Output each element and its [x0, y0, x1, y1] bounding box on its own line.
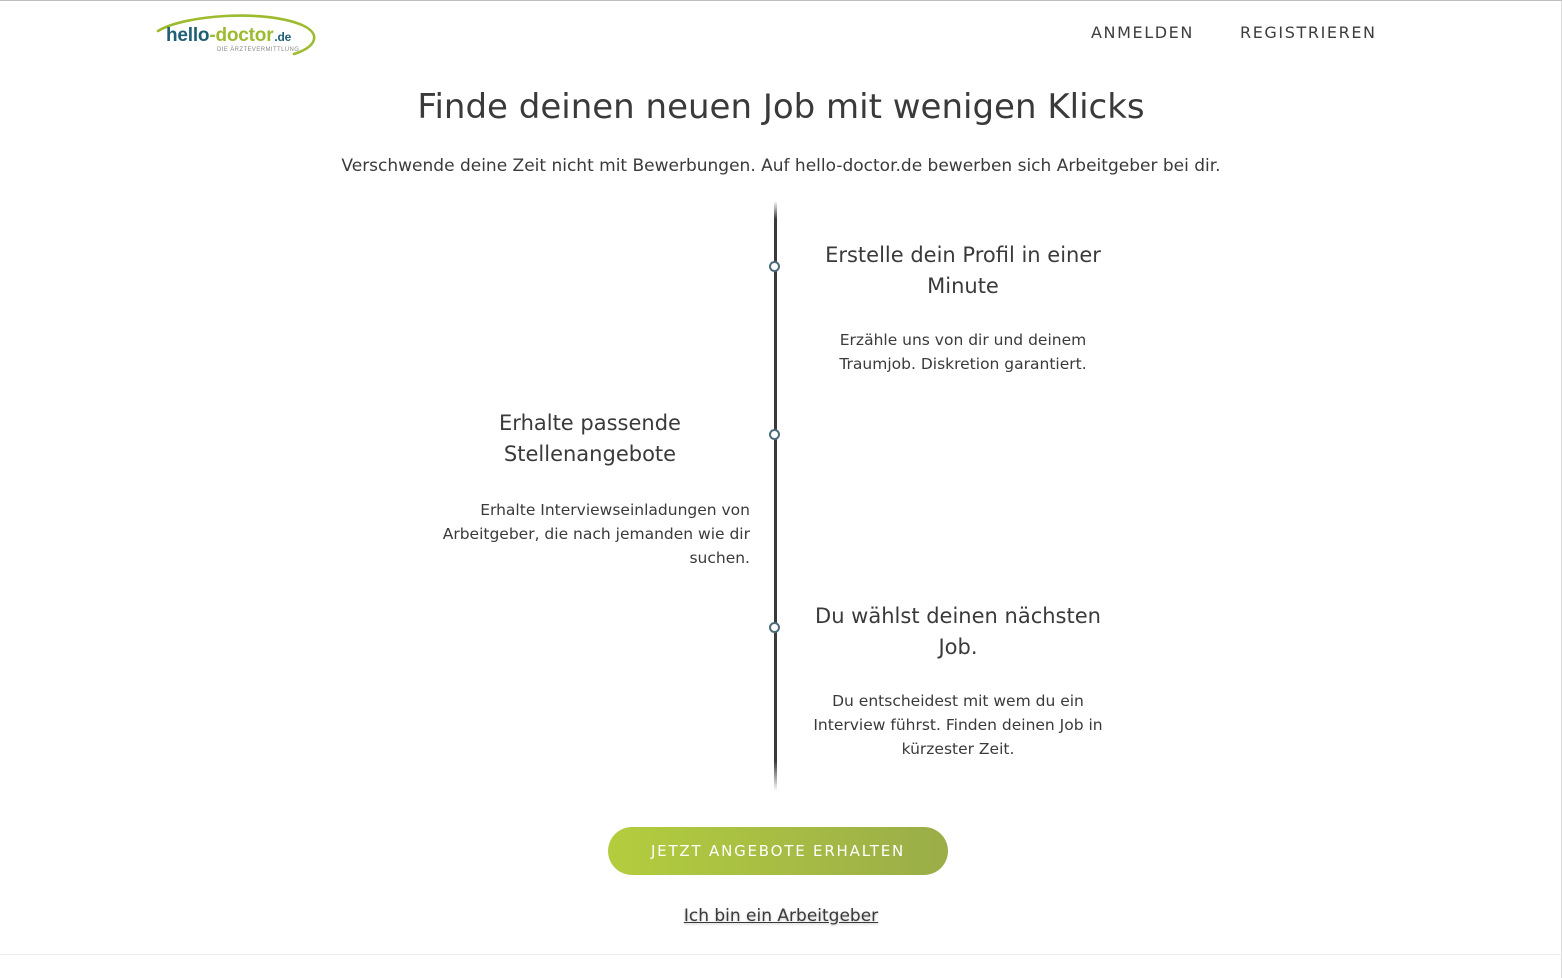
timeline-step-offers: Erhalte passende Stellenangebote Erhalte… [440, 408, 750, 570]
step-description: Erzähle uns von dir und deinem Traumjob.… [839, 331, 1087, 373]
get-offers-button[interactable]: JETZT ANGEBOTE ERHALTEN [608, 827, 948, 875]
timeline-line [774, 201, 777, 791]
step-description: Du entscheidest mit wem du ein Interview… [813, 692, 1103, 758]
page: hello-doctor.de DIE ÄRZTEVERMITTLUNG ANM… [0, 0, 1562, 978]
timeline-dot [769, 622, 780, 633]
step-description: Erhalte Interviewseinladungen von Arbeit… [442, 501, 750, 567]
page-subtitle: Verschwende deine Zeit nicht mit Bewerbu… [341, 156, 1221, 176]
logo-word-hello: hello [166, 25, 210, 46]
timeline-dot [769, 429, 780, 440]
page-title: Finde deinen neuen Job mit wenigen Klick… [417, 87, 1145, 127]
nav-register-link[interactable]: REGISTRIEREN [1240, 23, 1377, 43]
step-title: Erhalte passende Stellenangebote [499, 411, 681, 466]
nav-login-link[interactable]: ANMELDEN [1091, 23, 1194, 43]
step-title: Du wählst deinen nächsten Job. [815, 604, 1101, 659]
timeline-step-choose-job: Du wählst deinen nächsten Job. Du entsch… [803, 601, 1113, 761]
employer-link-wrapper: Ich bin ein Arbeitgeber [0, 904, 1562, 928]
step-title: Erstelle dein Profil in einer Minute [825, 243, 1101, 298]
logo-wordmark: hello-doctor.de [166, 25, 291, 48]
timeline-dot [769, 261, 780, 272]
site-logo[interactable]: hello-doctor.de DIE ÄRZTEVERMITTLUNG [154, 11, 319, 57]
timeline-step-profile: Erstelle dein Profil in einer Minute Erz… [808, 240, 1118, 376]
logo-word-doctor: doctor [215, 25, 274, 46]
employer-link[interactable]: Ich bin ein Arbeitgeber [684, 906, 878, 926]
logo-tld: .de [274, 30, 292, 44]
footer-divider [0, 954, 1562, 955]
logo-tagline: DIE ÄRZTEVERMITTLUNG [217, 47, 300, 53]
